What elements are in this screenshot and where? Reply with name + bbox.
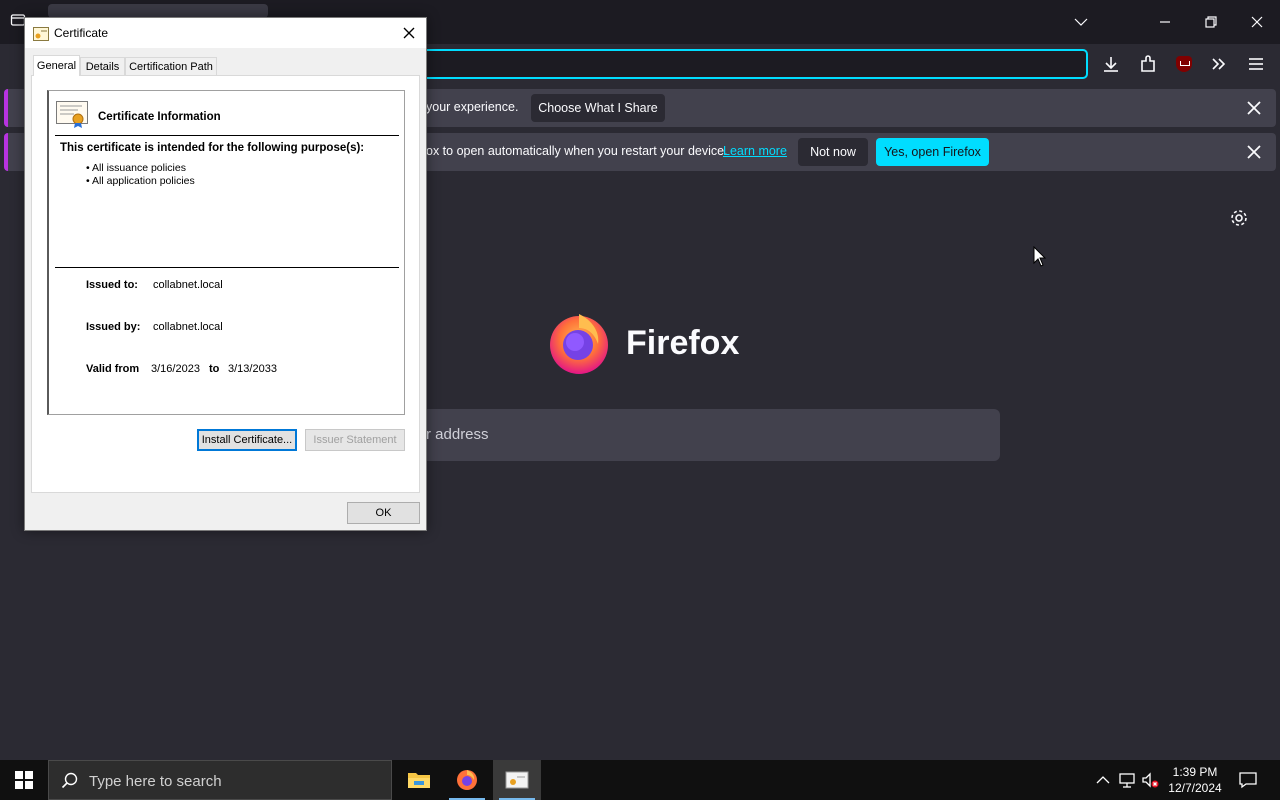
close-notification-icon[interactable] <box>1246 100 1262 116</box>
search-placeholder: r address <box>426 426 489 443</box>
certificate-dialog: Certificate General Details Certificatio… <box>24 17 427 531</box>
tab-general[interactable]: General <box>33 55 80 76</box>
certificate-icon <box>33 27 49 41</box>
settings-gear-icon[interactable] <box>1229 208 1249 228</box>
valid-from-value: 3/16/2023 <box>151 363 200 375</box>
issued-by-label: Issued by: <box>86 321 141 333</box>
extensions-icon[interactable] <box>1136 52 1160 76</box>
notification-accent <box>4 133 8 171</box>
valid-to-value: 3/13/2033 <box>228 363 277 375</box>
tab-details[interactable]: Details <box>80 57 125 75</box>
windows-logo-icon <box>15 771 33 789</box>
browser-tab[interactable] <box>48 4 268 18</box>
issuer-statement-button[interactable]: Issuer Statement <box>305 429 405 451</box>
certificate-info-icon <box>56 101 88 129</box>
file-explorer-icon[interactable] <box>395 760 443 800</box>
tab-overflow-chevron-icon[interactable] <box>1058 0 1104 44</box>
app-menu-icon[interactable] <box>1244 52 1268 76</box>
issued-to-value: collabnet.local <box>153 279 223 291</box>
start-button[interactable] <box>0 760 48 800</box>
mouse-cursor-icon <box>1033 245 1047 268</box>
certificate-info-box: Certificate Information This certificate… <box>47 90 405 415</box>
clock-time: 1:39 PM <box>1172 765 1218 779</box>
system-clock[interactable]: 1:39 PM 12/7/2024 <box>1162 764 1228 796</box>
downloads-icon[interactable] <box>1099 52 1123 76</box>
show-hidden-icons-chevron-icon[interactable] <box>1093 770 1113 790</box>
yes-open-firefox-button[interactable]: Yes, open Firefox <box>876 138 989 166</box>
firefox-wordmark: Firefox <box>626 324 740 362</box>
search-icon <box>61 772 79 790</box>
issued-to-label: Issued to: <box>86 279 138 291</box>
valid-from-label: Valid from <box>86 363 140 375</box>
network-icon[interactable] <box>1117 770 1137 790</box>
divider <box>55 267 399 268</box>
dialog-title-bar[interactable]: Certificate <box>25 18 426 48</box>
dialog-title: Certificate <box>54 26 109 40</box>
tab-certification-path[interactable]: Certification Path <box>125 57 217 75</box>
notification-accent <box>4 89 8 127</box>
volume-muted-icon[interactable] <box>1140 770 1160 790</box>
close-notification-icon[interactable] <box>1246 144 1262 160</box>
issued-by-value: collabnet.local <box>153 321 223 333</box>
purpose-item: • All application policies <box>86 175 195 187</box>
certificate-app-icon[interactable] <box>493 760 541 800</box>
url-bar[interactable] <box>420 49 1088 79</box>
info-heading: Certificate Information <box>98 111 221 123</box>
not-now-button[interactable]: Not now <box>798 138 868 166</box>
install-certificate-button[interactable]: Install Certificate... <box>197 429 297 451</box>
taskbar-search-box[interactable]: Type here to search <box>48 760 392 800</box>
notification-text: your experience. <box>426 100 519 114</box>
close-window-button[interactable] <box>1234 0 1280 44</box>
taskbar-search-placeholder: Type here to search <box>89 773 222 790</box>
windows-taskbar: Type here to search 1:39 PM 12/7/2024 <box>0 760 1280 800</box>
choose-what-i-share-button[interactable]: Choose What I Share <box>531 94 665 122</box>
general-tab-panel: Certificate Information This certificate… <box>31 75 420 493</box>
firefox-logo-icon <box>548 310 614 376</box>
firefox-icon[interactable] <box>443 760 491 800</box>
valid-to-label: to <box>209 363 220 375</box>
minimize-button[interactable] <box>1142 0 1188 44</box>
dialog-close-button[interactable] <box>400 24 418 42</box>
restore-button[interactable] <box>1188 0 1234 44</box>
purpose-item: • All issuance policies <box>86 162 186 174</box>
ublock-origin-icon[interactable] <box>1176 56 1192 72</box>
more-tools-chevron-icon[interactable] <box>1207 52 1231 76</box>
divider <box>55 135 399 136</box>
ok-button[interactable]: OK <box>347 502 420 524</box>
notification-center-icon[interactable] <box>1238 770 1258 790</box>
learn-more-link[interactable]: Learn more <box>723 144 787 158</box>
notification-text: ox to open automatically when you restar… <box>426 144 728 158</box>
clock-date: 12/7/2024 <box>1168 781 1222 795</box>
purpose-heading: This certificate is intended for the fol… <box>60 142 365 154</box>
